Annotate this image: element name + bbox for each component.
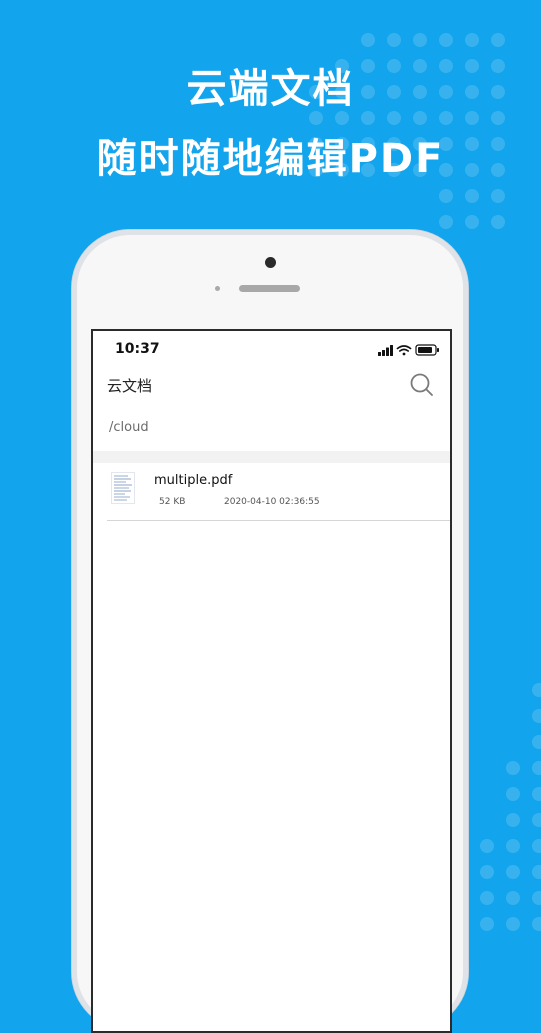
- decorative-dot: [439, 189, 453, 203]
- decorative-dot: [465, 33, 479, 47]
- decorative-dot: [480, 839, 494, 853]
- search-icon: [410, 373, 433, 396]
- decorative-dot: [506, 917, 520, 931]
- decorative-dot: [506, 839, 520, 853]
- wifi-icon: [396, 345, 412, 356]
- status-time: 10:37: [115, 341, 160, 357]
- decorative-dot: [465, 215, 479, 229]
- promo-title: 云端文档: [186, 66, 355, 112]
- decorative-dot: [480, 891, 494, 905]
- decorative-dot: [506, 865, 520, 879]
- decorative-dot: [532, 787, 541, 801]
- decorative-dot: [506, 787, 520, 801]
- decorative-dot: [532, 683, 541, 697]
- decorative-dot: [491, 189, 505, 203]
- decorative-dot: [506, 891, 520, 905]
- decorative-dot: [532, 891, 541, 905]
- decorative-dot: [506, 761, 520, 775]
- search-button[interactable]: [408, 371, 436, 399]
- phone-screen: 10:37 云文档 /cloud multiple.pdf 52 KB 2020…: [91, 329, 452, 1033]
- decorative-dot: [480, 917, 494, 931]
- decorative-dot: [532, 917, 541, 931]
- promo-subtitle: 随时随地编辑PDF: [96, 136, 445, 182]
- file-list-item[interactable]: multiple.pdf 52 KB 2020-04-10 02:36:55: [107, 465, 450, 521]
- signal-icon: [378, 345, 393, 356]
- file-modified-date: 2020-04-10 02:36:55: [224, 497, 320, 507]
- decorative-dot: [439, 33, 453, 47]
- phone-mockup: 10:37 云文档 /cloud multiple.pdf 52 KB 2020…: [72, 230, 468, 1033]
- decorative-dot: [532, 865, 541, 879]
- phone-camera: [265, 257, 276, 268]
- file-name: multiple.pdf: [154, 473, 233, 488]
- decorative-dot: [491, 33, 505, 47]
- status-icons: [378, 342, 440, 356]
- file-size: 52 KB: [159, 497, 186, 507]
- decorative-dot: [387, 33, 401, 47]
- decorative-dot: [532, 813, 541, 827]
- decorative-dot: [532, 735, 541, 749]
- folder-path: /cloud: [109, 420, 149, 435]
- decorative-dot: [532, 761, 541, 775]
- phone-speaker: [239, 285, 300, 292]
- decorative-dot: [361, 33, 375, 47]
- decorative-dot: [506, 813, 520, 827]
- decorative-dot: [532, 839, 541, 853]
- decorative-dot: [532, 709, 541, 723]
- section-divider: [93, 451, 450, 463]
- decorative-dot: [480, 865, 494, 879]
- decorative-dot: [439, 215, 453, 229]
- phone-sensor: [215, 286, 220, 291]
- decorative-dot: [491, 215, 505, 229]
- battery-icon: [415, 344, 439, 356]
- decorative-dot: [413, 33, 427, 47]
- decorative-dot: [465, 189, 479, 203]
- app-bar-title: 云文档: [107, 377, 153, 395]
- pdf-thumbnail-icon: [111, 472, 135, 504]
